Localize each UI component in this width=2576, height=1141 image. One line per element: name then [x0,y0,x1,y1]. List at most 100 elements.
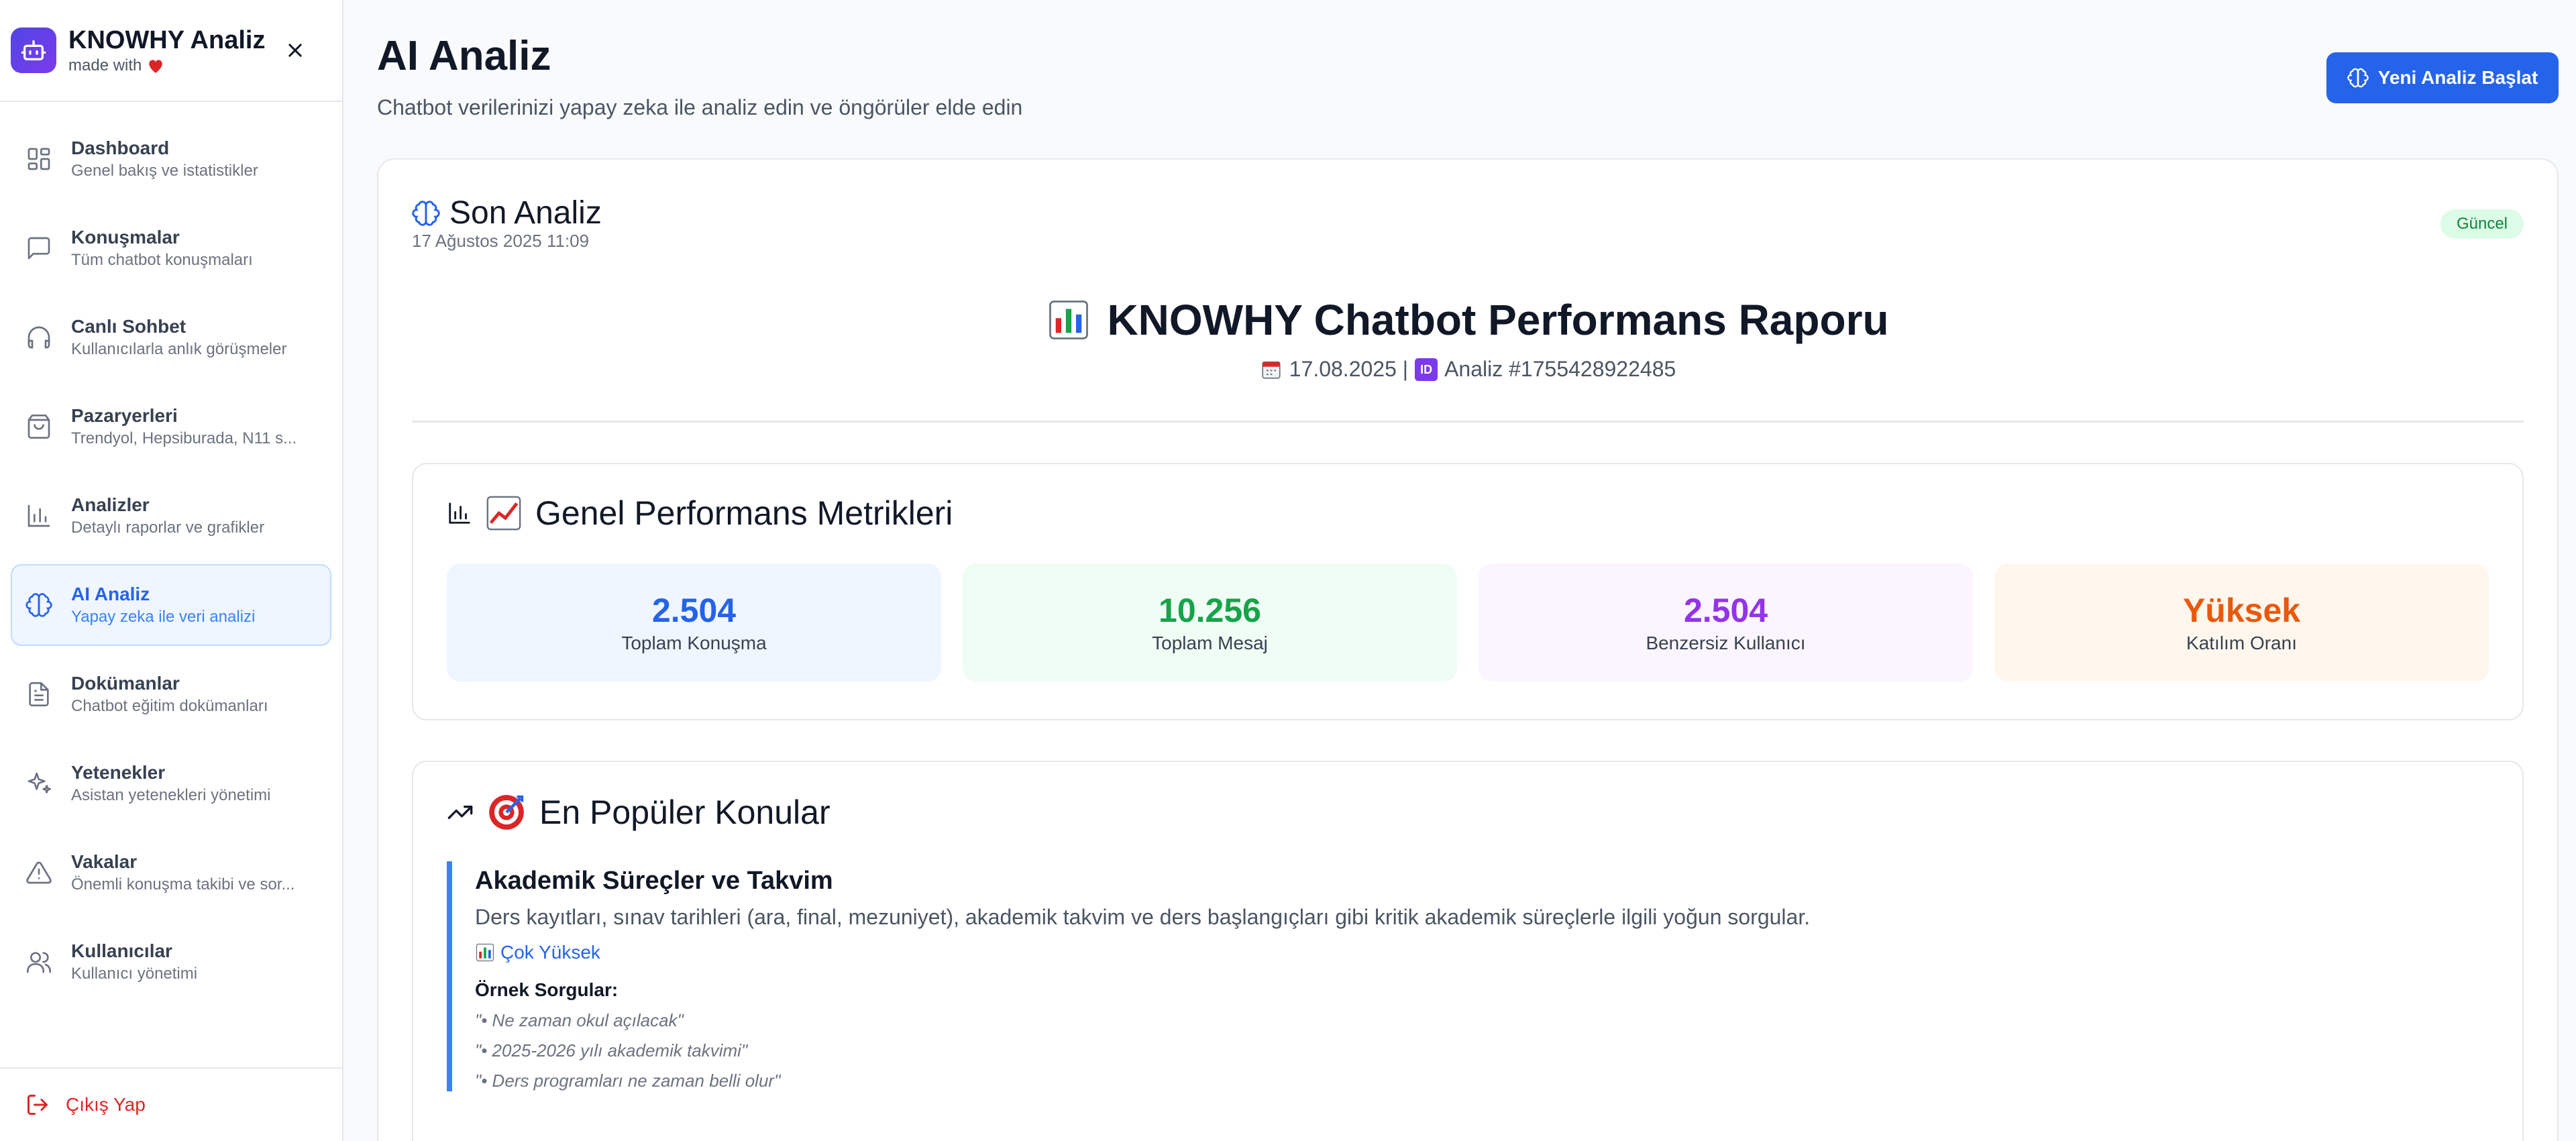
metric-card-total-conversations: 2.504 Toplam Konuşma [447,563,941,682]
sidebar-item-label: Konuşmalar [71,227,180,248]
target-emoji-icon [489,795,524,830]
topic-item: Akademik Süreçler ve Takvim Ders kayıtla… [447,861,2489,1091]
brand-title: KNOWHY Analiz [68,26,266,54]
sidebar: KNOWHY Analiz made with Dashboard Genel b… [0,0,343,1141]
new-analysis-label: Yeni Analiz Başlat [2377,67,2538,88]
sidebar-item-desc: Tüm chatbot konuşmaları [71,251,253,269]
topic-title: Akademik Süreçler ve Takvim [475,867,833,895]
brain-icon [25,593,52,617]
sidebar-item-vakalar[interactable]: Vakalar Önemli konuşma takibi ve sor... [11,832,331,914]
sidebar-item-desc: Detaylı raporlar ve grafikler [71,519,265,537]
sidebar-item-desc: Kullanıcı yönetimi [71,965,198,983]
section-title-text: Genel Performans Metrikleri [535,494,953,532]
logout-icon [28,1095,48,1115]
sidebar-item-label: Yetenekler [71,762,166,783]
report-title: KNOWHY Chatbot Performans Raporu [412,295,2524,345]
topic-level: Çok Yüksek [475,942,2489,963]
section-title-text: En Popüler Konular [539,794,830,831]
sidebar-item-desc: Trendyol, Hepsiburada, N11 s... [71,429,297,447]
warning-triangle-icon [26,861,52,884]
page-subtitle: Chatbot verilerinizi yapay zeka ile anal… [377,95,1023,119]
sidebar-item-label: Kullanıcılar [71,940,172,961]
performance-metrics-section: Genel Performans Metrikleri 2.504 Toplam… [412,463,2524,720]
sidebar-item-ai-analiz[interactable]: AI Analiz Yapay zeka ile veri analizi [11,564,331,646]
metric-row: 2.504 Toplam Konuşma 10.256 Toplam Mesaj… [447,563,2489,682]
brand-subtitle: made with [68,56,265,75]
sidebar-item-konusmalar[interactable]: Konuşmalar Tüm chatbot konuşmaları [11,207,331,289]
metric-label: Katılım Oranı [2186,633,2297,653]
sample-query: "• Ne zaman okul açılacak" [475,1010,684,1030]
sidebar-item-label: AI Analiz [71,584,150,604]
status-badge: Güncel [2440,209,2524,239]
report-date: 17.08.2025 | [1289,357,1409,381]
sidebar-item-desc: Önemli konuşma takibi ve sor... [71,875,295,893]
popular-topics-section: En Popüler Konular Akademik Süreçler ve … [412,761,2524,1141]
calendar-icon [1262,361,1281,379]
metric-label: Toplam Konuşma [621,633,767,653]
metric-value: 2.504 [1683,592,1768,629]
sidebar-item-label: Vakalar [71,851,138,872]
sidebar-item-analizler[interactable]: Analizler Detaylı raporlar ve grafikler [11,475,331,557]
bar-chart-icon [449,502,470,524]
bar-chart-icon [28,504,50,527]
document-icon [29,682,49,706]
topic-level-text: Çok Yüksek [500,942,600,963]
sidebar-item-label: Canlı Sohbet [71,316,186,337]
metric-value: 10.256 [1159,592,1261,629]
metric-card-unique-users: 2.504 Benzersiz Kullanıcı [1479,563,1973,682]
chart-increasing-emoji-icon [486,496,521,531]
shopping-bag-icon [28,415,50,439]
sidebar-item-label: Dashboard [71,138,170,158]
sidebar-item-pazaryerleri[interactable]: Pazaryerleri Trendyol, Hepsiburada, N11 s… [11,386,331,468]
close-sidebar-button[interactable] [282,37,309,64]
made-with-label: made with [68,56,142,74]
metric-value: Yüksek [2182,592,2301,629]
close-icon [288,44,302,57]
sidebar-item-yetenekler[interactable]: Yetenekler Asistan yetenekleri yönetimi [11,743,331,824]
sidebar-item-dashboard[interactable]: Dashboard Genel bakış ve istatistikler [11,118,331,200]
topic-description: Ders kayıtları, sınav tarihleri (ara, fi… [475,905,1811,929]
report-header: KNOWHY Chatbot Performans Raporu 17.08.2… [412,287,2524,423]
sidebar-item-kullanicilar[interactable]: Kullanıcılar Kullanıcı yönetimi [11,921,331,1003]
sample-query: "• 2025-2026 yılı akademik takvimi" [475,1040,748,1061]
sidebar-item-desc: Chatbot eğitim dokümanları [71,697,268,715]
card-title: Son Analiz [412,195,602,231]
sidebar-item-canli-sohbet[interactable]: Canlı Sohbet Kullanıcılarla anlık görüşme… [11,296,331,378]
sidebar-item-desc: Genel bakış ve istatistikler [71,162,258,180]
metric-card-engagement-rate: Yüksek Katılım Oranı [1994,563,2489,682]
brain-icon [412,200,440,226]
id-icon: ID [1415,358,1438,381]
chat-bubble-icon [28,237,50,260]
sparkles-icon [28,772,51,794]
metric-label: Toplam Mesaj [1152,633,1268,653]
sidebar-item-desc: Kullanıcılarla anlık görüşmeler [71,340,287,358]
section-title: En Popüler Konular [447,792,830,833]
logout-button[interactable]: Çıkış Yap [0,1067,342,1141]
sidebar-item-desc: Yapay zeka ile veri analizi [71,608,256,626]
sidebar-item-dokumanlar[interactable]: Dokümanlar Chatbot eğitim dokümanları [11,653,331,735]
sidebar-item-label: Analizler [71,494,150,515]
brain-icon [2347,68,2369,88]
metric-card-total-messages: 10.256 Toplam Mesaj [963,563,1457,682]
latest-analysis-card: Son Analiz 17 Ağustos 2025 11:09 Güncel … [377,158,2559,1141]
card-title-text: Son Analiz [449,195,602,231]
report-meta: 17.08.2025 | ID Analiz #1755428922485 [412,357,2524,382]
bar-chart-emoji-icon [476,943,494,962]
sidebar-item-label: Pazaryerleri [71,405,178,426]
heart-icon [149,60,163,73]
users-icon [27,952,51,973]
brand-header: KNOWHY Analiz made with [0,0,342,102]
sidebar-item-desc: Asistan yetenekleri yönetimi [71,786,271,804]
sidebar-nav: Dashboard Genel bakış ve istatistikler Ko… [0,102,342,1003]
bar-chart-emoji-icon [1049,301,1089,339]
trending-up-icon [447,806,473,819]
metric-label: Benzersiz Kullanıcı [1646,633,1806,653]
sample-query: "• Ders programları ne zaman belli olur" [475,1071,781,1091]
sidebar-item-label: Dokümanlar [71,673,180,694]
new-analysis-button[interactable]: Yeni Analiz Başlat [2326,52,2559,103]
report-id: Analiz #1755428922485 [1444,357,1676,381]
section-title: Genel Performans Metrikleri [447,494,953,533]
sample-queries-label: Örnek Sorgular: [475,979,619,1000]
main-content: AI Analiz Chatbot verilerinizi yapay zek… [343,0,2576,1141]
dashboard-grid-icon [28,148,50,170]
